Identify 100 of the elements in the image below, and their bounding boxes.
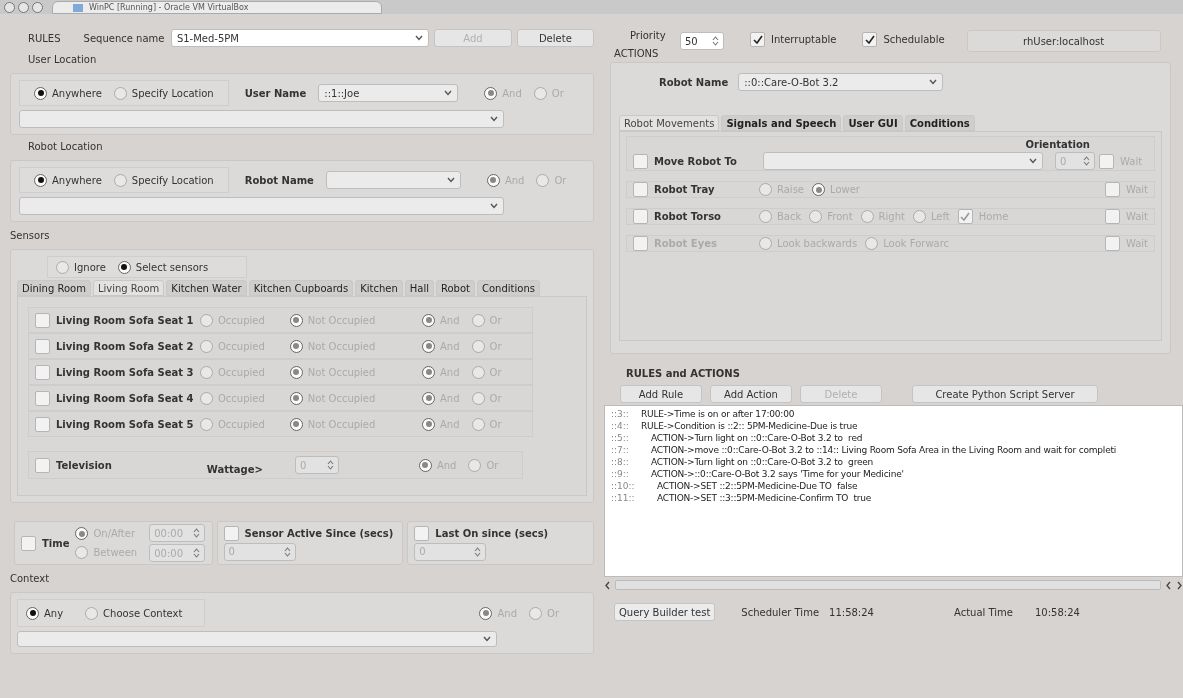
checkbox[interactable]: Living Room Sofa Seat 2 [35,338,200,354]
line-number: ::9:: [611,468,630,480]
radio-button[interactable]: Specify Location [113,172,214,188]
button[interactable]: Delete [516,29,594,47]
host-label: rhUser:localhost [966,30,1161,52]
label: User Name [244,86,307,101]
chevron-down-icon [415,35,424,41]
radio-button[interactable]: Choose Context [85,605,183,621]
list-item[interactable]: ACTION->Turn light on ::0::Care-O-Bot 3.2 to red [633,432,863,444]
spin-arrows-icon [712,36,719,46]
spin-arrows-icon [193,548,201,558]
tab[interactable]: Kitchen Cupboards [248,280,354,296]
list-item[interactable]: ACTION->SET ::3::5PM-Medicine-Confirm TO true [633,492,872,504]
button[interactable]: Add Action [710,385,792,403]
chevron-down-icon [444,90,453,96]
label: Sensors [10,229,51,243]
scrollbar-thumb[interactable] [615,580,1161,590]
label: Scheduler Time [741,605,820,620]
list-item[interactable]: ACTION->Turn light on ::0::Care-O-Bot 3.2 to green [633,456,874,468]
tab[interactable]: Kitchen Water [166,280,247,296]
dropdown[interactable]: ::0::Care-O-Bot 3.2 [738,73,944,91]
label: Priority [630,29,667,43]
line-number: ::3:: [611,408,630,420]
checkbox[interactable]: Living Room Sofa Seat 4 [35,390,200,406]
tab[interactable]: Dining Room [17,280,91,296]
checkbox[interactable]: Robot Torso [633,209,759,224]
tab[interactable]: Robot Movements [619,115,720,131]
scroll-right-icon[interactable] [1176,580,1183,590]
checkbox[interactable]: Move Robot To [633,153,759,169]
window-tab[interactable]: WinPC [Running] - Oracle VM VirtualBox [52,1,382,14]
label: User Location [27,53,98,67]
checkmark-icon [960,212,971,221]
radio-button[interactable]: Specify Location [113,85,214,101]
chevron-down-icon [929,79,938,85]
spin-box[interactable]: 50 [680,32,724,50]
list-item[interactable]: ACTION->move ::0::Care-O-Bot 3.2 to ::14:: Living Room Sofa Area in the Living Room and wait for completi [633,444,1117,456]
checkbox[interactable]: Living Room Sofa Seat 1 [35,312,200,328]
checkbox[interactable]: Living Room Sofa Seat 3 [35,364,200,380]
chevron-down-icon [483,636,491,642]
checkbox[interactable]: Sensor Active Since (secs) [223,525,394,541]
label: Robot Location [27,140,104,154]
spin-arrows-icon [283,546,291,557]
button[interactable]: Add Rule [620,385,702,403]
tab[interactable]: Hall [404,280,434,296]
line-number: ::11:: [611,492,633,504]
checkbox[interactable]: Robot Tray [633,182,759,197]
list-item[interactable]: ACTION->::0::Care-O-Bot 3.2 says 'Time for your Medicine' [633,468,904,480]
list-item[interactable]: ACTION->SET ::2::5PM-Medicine-Due TO false [633,480,858,492]
checkbox[interactable]: Schedulable [862,32,945,47]
label: 11:58:24 [829,605,874,620]
spin-arrows-icon [1083,156,1090,166]
checkbox[interactable]: Television [35,457,112,473]
tab[interactable]: Kitchen [355,280,403,296]
label: Actual Time [953,605,1013,620]
label: Robot Name [659,75,729,90]
tab[interactable]: Signals and Speech [721,115,842,131]
checkbox[interactable]: Time [21,535,70,551]
chevron-down-icon [446,177,455,183]
chevron-down-icon [490,116,498,122]
list-item[interactable]: RULE->Time is on or after 17:00:00 [633,408,795,420]
tab[interactable]: Conditions [904,115,975,131]
line-number: ::7:: [611,444,630,456]
checkmark-icon [864,35,875,44]
radio-button[interactable]: Select sensors [117,259,209,275]
tab[interactable]: Living Room [92,280,165,296]
line-number: ::8:: [611,456,630,468]
app-icon [73,3,83,12]
label: Orientation [1025,138,1090,152]
label: Sequence name [83,31,166,46]
label: Wattage> [206,462,263,477]
scroll-left-icon[interactable] [1165,580,1172,590]
list-item[interactable]: RULE->Condition is ::2:: 5PM-Medicine-Due is true [633,420,858,432]
checkmark-icon [752,35,763,44]
radio-button[interactable]: Anywhere [34,85,102,101]
button[interactable]: Create Python Script Server [912,385,1098,403]
chevron-down-icon [490,203,498,209]
radio-button[interactable]: Ignore [56,259,106,275]
label: RULES [28,31,62,46]
dropdown[interactable]: ::1::Joe [318,84,459,102]
tab[interactable]: User GUI [843,115,903,131]
label: ACTIONS [614,47,660,61]
label: Context [10,572,51,586]
window-title: WinPC [Running] - Oracle VM VirtualBox [89,1,249,14]
line-number: ::10:: [611,480,633,492]
dropdown[interactable]: S1-Med-5PM [170,29,430,47]
tab[interactable]: Robot [436,280,475,296]
button[interactable]: Query Builder test [614,603,716,621]
checkbox[interactable]: Living Room Sofa Seat 5 [35,416,200,432]
label: Robot Name [244,173,314,188]
checkbox[interactable]: Last On since (secs) [414,525,549,541]
radio-button[interactable]: Any [26,605,64,621]
label: 10:58:24 [1034,605,1080,620]
spin-arrows-icon [474,546,482,557]
scroll-left-icon[interactable] [604,580,611,590]
radio-button[interactable]: Anywhere [34,172,102,188]
tab[interactable]: Conditions [477,280,540,296]
checkbox[interactable]: Interruptable [750,32,837,47]
label: RULES and ACTIONS [626,367,741,381]
chevron-down-icon [1029,158,1037,164]
line-number: ::5:: [611,432,630,444]
